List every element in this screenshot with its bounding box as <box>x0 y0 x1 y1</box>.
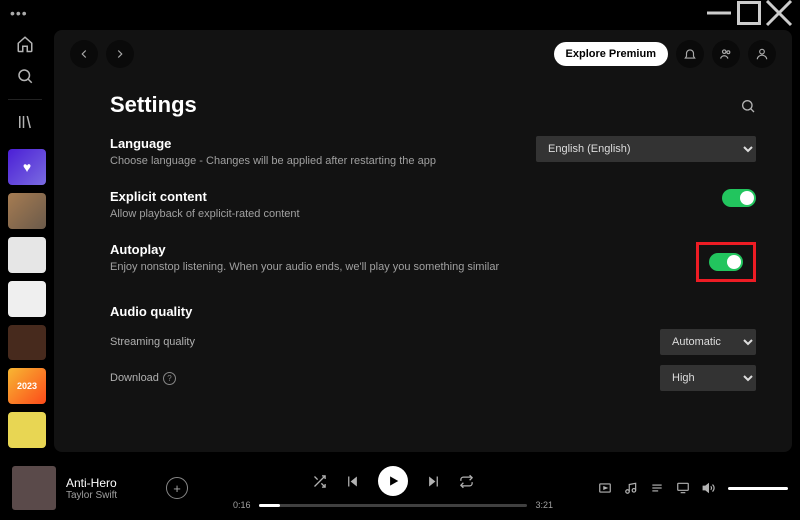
notifications-icon[interactable] <box>676 40 704 68</box>
explore-premium-button[interactable]: Explore Premium <box>554 42 668 66</box>
previous-track-icon[interactable] <box>345 474 360 489</box>
volume-bar[interactable] <box>728 487 788 490</box>
playlist-tile-6[interactable] <box>8 412 46 448</box>
lyrics-icon[interactable] <box>624 481 638 495</box>
language-label: Language <box>110 136 516 151</box>
playlist-tile-5[interactable]: 2023 <box>8 368 46 404</box>
autoplay-toggle[interactable] <box>709 253 743 271</box>
now-playing-artist[interactable]: Taylor Swift <box>66 490 156 501</box>
devices-icon[interactable] <box>676 481 690 495</box>
progress-bar[interactable] <box>259 504 528 507</box>
language-desc: Choose language - Changes will be applie… <box>110 155 516 167</box>
playlist-tile-4[interactable] <box>8 325 46 361</box>
profile-icon[interactable] <box>748 40 776 68</box>
explicit-label: Explicit content <box>110 189 702 204</box>
home-icon[interactable] <box>8 30 42 58</box>
title-bar: ••• <box>0 0 800 26</box>
shuffle-icon[interactable] <box>312 474 327 489</box>
app-menu-dots[interactable]: ••• <box>6 5 28 21</box>
help-icon[interactable]: ? <box>163 372 176 385</box>
main-panel: Explore Premium Settings Language Choose… <box>54 30 792 452</box>
window-close[interactable] <box>764 3 794 23</box>
explicit-toggle[interactable] <box>722 189 756 207</box>
repeat-icon[interactable] <box>459 474 474 489</box>
nav-back-button[interactable] <box>70 40 98 68</box>
sidebar: ♥ 2023 <box>0 26 54 456</box>
elapsed-time: 0:16 <box>233 500 251 510</box>
now-playing-title[interactable]: Anti-Hero <box>66 476 156 490</box>
nav-forward-button[interactable] <box>106 40 134 68</box>
streaming-quality-select[interactable]: Automatic <box>660 329 756 355</box>
explicit-desc: Allow playback of explicit-rated content <box>110 208 702 220</box>
friends-icon[interactable] <box>712 40 740 68</box>
download-quality-select[interactable]: High <box>660 365 756 391</box>
window-maximize[interactable] <box>734 3 764 23</box>
playlist-tile-3[interactable] <box>8 281 46 317</box>
autoplay-desc: Enjoy nonstop listening. When your audio… <box>110 261 676 273</box>
add-to-playlist-button[interactable]: + <box>166 477 188 499</box>
queue-icon[interactable] <box>650 481 664 495</box>
library-icon[interactable] <box>8 107 42 135</box>
language-select[interactable]: English (English) <box>536 136 756 162</box>
player-bar: Anti-Hero Taylor Swift + 0:16 3:21 <box>0 456 800 520</box>
settings-search-icon[interactable] <box>740 98 756 117</box>
search-icon[interactable] <box>8 62 42 90</box>
now-playing-view-icon[interactable] <box>598 481 612 495</box>
play-button[interactable] <box>378 466 408 496</box>
playlist-liked-songs[interactable]: ♥ <box>8 149 46 185</box>
total-time: 3:21 <box>535 500 553 510</box>
download-quality-label: Download? <box>110 372 176 385</box>
playlist-tile-1[interactable] <box>8 193 46 229</box>
now-playing-art[interactable] <box>12 466 56 510</box>
playlist-tile-2[interactable] <box>8 237 46 273</box>
window-minimize[interactable] <box>704 3 734 23</box>
streaming-quality-label: Streaming quality <box>110 336 195 348</box>
next-track-icon[interactable] <box>426 474 441 489</box>
autoplay-highlight <box>696 242 756 282</box>
volume-icon[interactable] <box>702 481 716 495</box>
audio-quality-label: Audio quality <box>110 304 756 319</box>
autoplay-label: Autoplay <box>110 242 676 257</box>
page-title: Settings <box>110 92 197 118</box>
